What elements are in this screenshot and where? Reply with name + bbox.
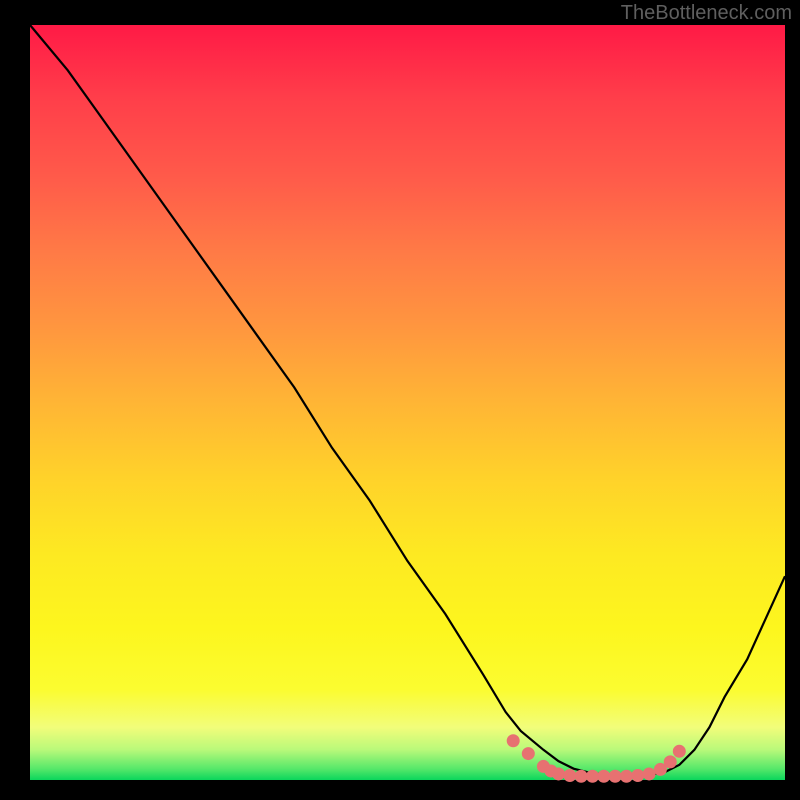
- curve-group: [30, 25, 785, 776]
- bottleneck-curve: [30, 25, 785, 776]
- fit-marker: [552, 767, 565, 780]
- chart-container: TheBottleneck.com: [0, 0, 800, 800]
- fit-marker: [673, 745, 686, 758]
- chart-svg: [30, 25, 785, 780]
- watermark-text: TheBottleneck.com: [621, 2, 792, 25]
- fit-marker: [563, 769, 576, 782]
- fit-marker: [575, 770, 588, 783]
- fit-marker: [643, 767, 656, 780]
- fit-marker: [631, 769, 644, 782]
- plot-gradient-background: [30, 25, 785, 780]
- fit-marker: [507, 734, 520, 747]
- fit-marker: [609, 770, 622, 783]
- fit-marker: [597, 770, 610, 783]
- fit-marker: [586, 770, 599, 783]
- fit-marker: [620, 770, 633, 783]
- fit-marker: [664, 755, 677, 768]
- fit-marker: [522, 747, 535, 760]
